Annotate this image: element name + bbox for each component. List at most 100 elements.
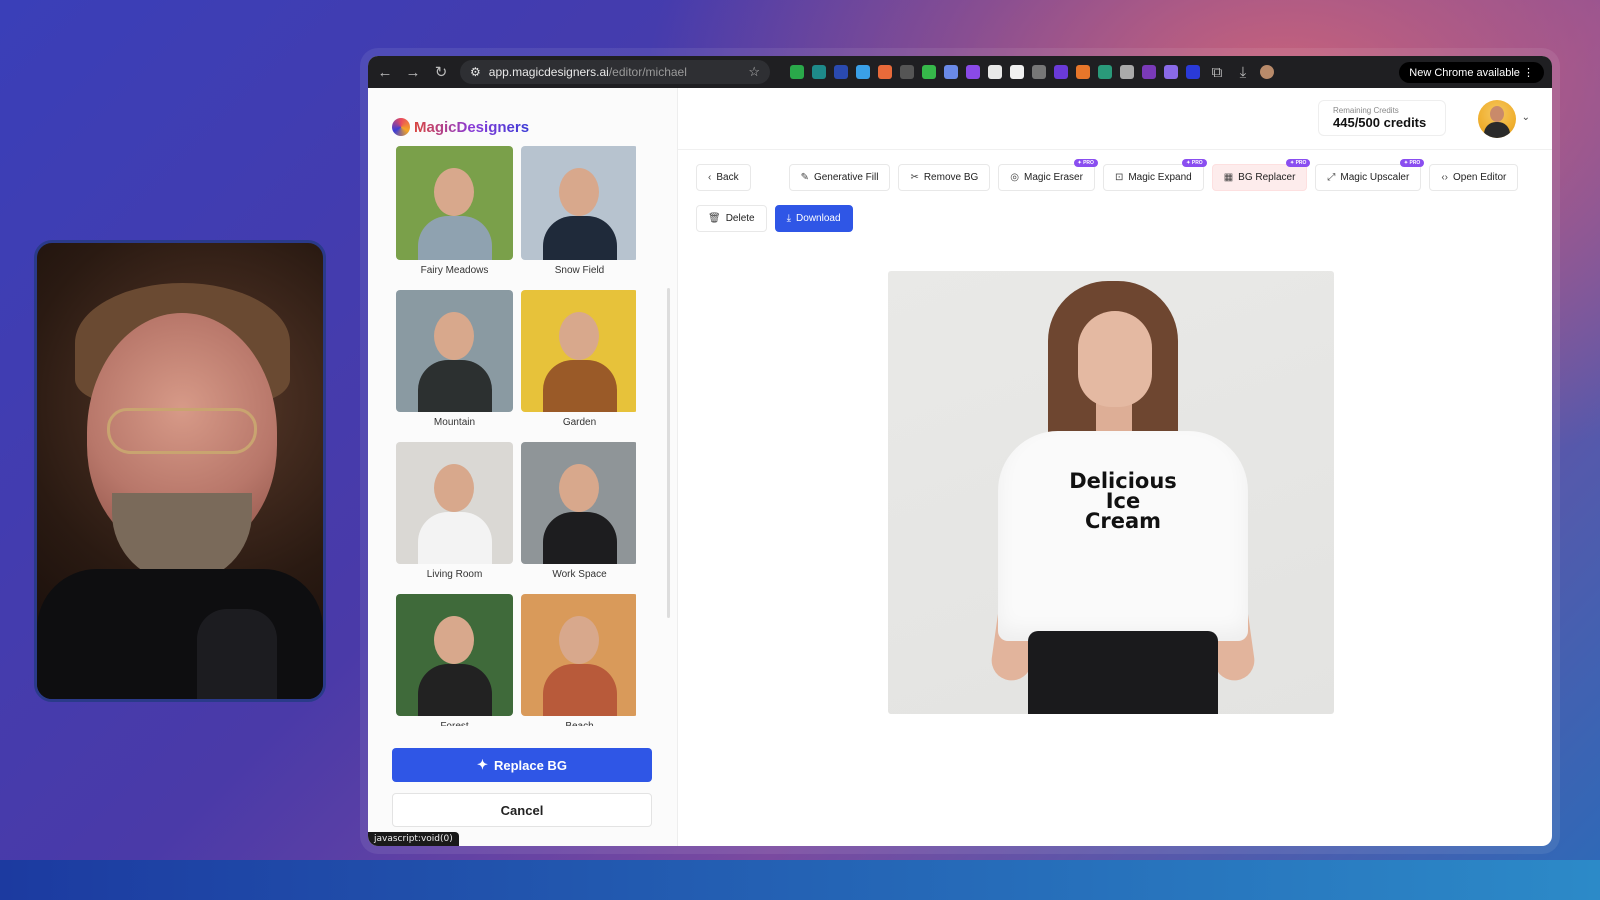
background-option[interactable]: Living Room <box>396 442 513 594</box>
background-thumbnail[interactable] <box>396 290 513 412</box>
credits-label: Remaining Credits <box>1333 106 1399 115</box>
model-face <box>1078 311 1152 407</box>
extension-icon[interactable] <box>1032 65 1046 79</box>
back-arrow-icon[interactable]: ← <box>376 64 394 81</box>
puzzle-extensions-icon[interactable]: ⧉ <box>1208 64 1226 81</box>
download-icon[interactable]: ⤓ <box>1234 64 1252 81</box>
open-editor-button[interactable]: ‹› Open Editor <box>1429 164 1519 191</box>
background-thumbnail[interactable] <box>521 594 636 716</box>
delete-button[interactable]: 🗑 Delete <box>696 205 767 232</box>
thumbnail-person <box>559 616 599 664</box>
bookmark-star-icon[interactable]: ☆ <box>748 64 760 80</box>
user-avatar[interactable] <box>1478 100 1516 138</box>
background-option[interactable]: Forest <box>396 594 513 726</box>
site-settings-icon[interactable]: ⚙ <box>470 65 481 79</box>
background-thumbnail[interactable] <box>521 290 636 412</box>
magic-eraser-label: Magic Eraser <box>1024 172 1083 183</box>
background-option[interactable]: Beach <box>521 594 636 726</box>
avatar-shoulders <box>1484 122 1510 138</box>
extension-icon[interactable] <box>856 65 870 79</box>
remove-bg-icon: ✂ <box>910 172 919 183</box>
background-gallery[interactable]: Fairy Meadows Snow Field Mountain Garden Liv… <box>396 146 636 726</box>
grid-icon: ▦ <box>1223 172 1234 183</box>
extension-icon[interactable] <box>1164 65 1178 79</box>
tshirt-line-3: Cream <box>1084 509 1162 533</box>
cancel-button[interactable]: Cancel <box>392 793 652 827</box>
logo-text: MagicDesigners <box>414 118 530 136</box>
extension-icon[interactable] <box>1120 65 1134 79</box>
thumbnail-body <box>418 664 492 716</box>
remove-bg-button[interactable]: ✂ Remove BG <box>898 164 991 191</box>
back-button[interactable]: ‹ Back <box>696 164 751 191</box>
delete-label: Delete <box>725 213 755 224</box>
background-option[interactable]: Work Space <box>521 442 636 594</box>
browser-toolbar: ← → ↻ ⚙ app.magicdesigners.ai/editor/mic… <box>368 56 1552 88</box>
extension-icon[interactable] <box>812 65 826 79</box>
trash-icon: 🗑 <box>708 213 721 224</box>
credits-box: Remaining Credits 445/500 credits <box>1318 100 1446 136</box>
magic-upscaler-button[interactable]: ⤢ Magic Upscaler ✦ PRO <box>1315 159 1425 191</box>
thumbnail-person <box>434 464 474 512</box>
background-option[interactable]: Fairy Meadows <box>396 146 513 290</box>
extension-icon[interactable] <box>1010 65 1024 79</box>
header-bar: Remaining Credits 445/500 credits ⌄ <box>678 88 1552 150</box>
extension-icon[interactable] <box>944 65 958 79</box>
thumbnail-person <box>434 312 474 360</box>
webcam-overlay <box>34 240 326 702</box>
replace-bg-label: Replace BG <box>493 757 567 773</box>
background-thumbnail[interactable] <box>396 146 513 260</box>
background-thumbnail[interactable] <box>396 442 513 564</box>
pro-badge: ✦ PRO <box>1073 159 1098 167</box>
extension-icon[interactable] <box>988 65 1002 79</box>
app-logo[interactable]: MagicDesigners <box>392 118 529 136</box>
magic-wand-icon: ✎ <box>800 172 809 183</box>
thumbnail-body <box>418 216 492 260</box>
thumbnail-person <box>559 464 599 512</box>
bg-replacer-label: BG Replacer <box>1238 172 1296 183</box>
image-canvas[interactable]: Delicious Ice Cream <box>888 271 1334 714</box>
magic-eraser-button[interactable]: ◎ Magic Eraser ✦ PRO <box>998 159 1098 191</box>
extension-icon[interactable] <box>922 65 936 79</box>
profile-avatar-icon[interactable] <box>1260 65 1274 79</box>
status-bar-link: javascript:void(0) <box>368 832 459 846</box>
background-thumbnail[interactable] <box>396 594 513 716</box>
extension-icon[interactable] <box>966 65 980 79</box>
magic-expand-button[interactable]: ⊡ Magic Expand ✦ PRO <box>1102 159 1207 191</box>
reload-icon[interactable]: ↻ <box>432 63 450 81</box>
extension-icon[interactable] <box>1098 65 1112 79</box>
chrome-update-button[interactable]: New Chrome available ⋮ <box>1399 61 1544 83</box>
replace-bg-button[interactable]: ✦ Replace BG <box>392 748 652 782</box>
background-option-label: Work Space <box>552 569 607 580</box>
extension-icon[interactable] <box>900 65 914 79</box>
gallery-scrollbar[interactable] <box>667 288 670 618</box>
download-button[interactable]: ⤓ Download <box>774 205 853 232</box>
background-thumbnail[interactable] <box>521 146 636 260</box>
address-bar[interactable]: ⚙ app.magicdesigners.ai/editor/michael ☆ <box>460 60 770 84</box>
magic-expand-label: Magic Expand <box>1128 172 1192 183</box>
background-option[interactable]: Garden <box>521 290 636 442</box>
back-label: Back <box>716 172 739 183</box>
thumbnail-person <box>434 168 474 216</box>
extension-icon[interactable] <box>1054 65 1068 79</box>
extension-icon[interactable] <box>790 65 804 79</box>
sidebar: MagicDesigners Fairy Meadows Snow Field Mo… <box>368 88 678 846</box>
extension-icon[interactable] <box>878 65 892 79</box>
background-option[interactable]: Snow Field <box>521 146 636 290</box>
background-thumbnail[interactable] <box>521 442 636 564</box>
extension-icon[interactable] <box>834 65 848 79</box>
credits-value: 445/500 credits <box>1333 115 1427 130</box>
bg-replacer-button[interactable]: ▦ BG Replacer ✦ PRO <box>1211 159 1311 191</box>
generative-fill-button[interactable]: ✎ Generative Fill <box>788 164 891 191</box>
pro-badge: ✦ PRO <box>1285 159 1311 167</box>
forward-arrow-icon[interactable]: → <box>404 64 422 81</box>
download-label: Download <box>796 213 841 224</box>
thumbnail-person <box>559 168 599 216</box>
extension-icon[interactable] <box>1142 65 1156 79</box>
chevron-down-icon[interactable]: ⌄ <box>1522 112 1530 123</box>
extension-icon[interactable] <box>1076 65 1090 79</box>
extension-icon[interactable] <box>1186 65 1200 79</box>
pro-badge: ✦ PRO <box>1182 159 1207 167</box>
logo-mark-icon <box>392 118 410 136</box>
model-tshirt <box>998 431 1248 641</box>
background-option[interactable]: Mountain <box>396 290 513 442</box>
